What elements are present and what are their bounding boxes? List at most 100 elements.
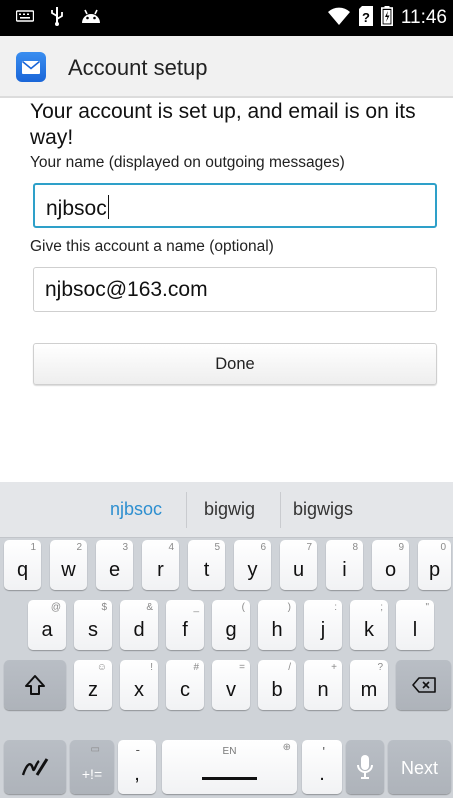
usb-icon xyxy=(50,6,64,31)
key-m[interactable]: ? m xyxy=(350,660,388,710)
key-f[interactable]: _ f xyxy=(166,600,204,650)
backspace-key[interactable] xyxy=(396,660,451,710)
done-button[interactable]: Done xyxy=(33,343,437,385)
key-label: q xyxy=(16,559,29,581)
key-hint: + xyxy=(331,662,337,673)
status-right-icons: ? 11:46 xyxy=(327,5,447,31)
status-left-icons xyxy=(15,6,102,31)
your-name-text: njbsoc xyxy=(46,197,107,220)
key-r[interactable]: 4r xyxy=(142,540,179,590)
key-o[interactable]: 9o xyxy=(372,540,409,590)
key-label: h xyxy=(271,619,283,641)
key-label: w xyxy=(61,559,76,581)
symbols-key[interactable]: ▭ +!= xyxy=(70,740,114,794)
voice-input-key[interactable] xyxy=(346,740,384,794)
key-label: l xyxy=(412,619,418,641)
key-hint: 0 xyxy=(440,542,446,553)
suggestion-2[interactable]: bigwig xyxy=(204,499,255,520)
text-caret xyxy=(107,195,110,219)
suggestion-1[interactable]: njbsoc xyxy=(110,499,162,520)
account-name-value: njbsoc@163.com xyxy=(45,278,208,301)
handwriting-key[interactable] xyxy=(4,740,66,794)
your-name-value: njbsoc xyxy=(46,195,110,221)
screen-title: Account setup xyxy=(68,55,208,80)
key-s[interactable]: $ s xyxy=(74,600,112,650)
backspace-icon xyxy=(396,660,451,710)
key-hint: 2 xyxy=(76,542,82,553)
key-label: r xyxy=(157,559,164,581)
period-key[interactable]: ' . xyxy=(302,740,342,794)
account-name-input[interactable]: njbsoc@163.com xyxy=(33,267,437,312)
soft-keyboard: njbsoc bigwig bigwigs 1q 2w 3e 4r 5t 6y … xyxy=(0,482,453,798)
key-hint: @ xyxy=(50,602,61,613)
keyboard-icon xyxy=(15,9,35,28)
key-d[interactable]: & d xyxy=(120,600,158,650)
key-label: a xyxy=(41,619,53,641)
key-z[interactable]: ☺ z xyxy=(74,660,112,710)
setup-complete-message: Your account is set up, and email is on … xyxy=(30,100,416,149)
android-icon xyxy=(80,7,102,30)
space-key[interactable]: EN ⊕ xyxy=(162,740,297,794)
key-b[interactable]: / b xyxy=(258,660,296,710)
suggestion-3[interactable]: bigwigs xyxy=(293,499,353,520)
key-hint: 1 xyxy=(30,542,36,553)
key-hint: ? xyxy=(377,662,383,673)
key-hint: ; xyxy=(380,602,383,613)
key-n[interactable]: + n xyxy=(304,660,342,710)
key-hint: " xyxy=(425,602,429,613)
action-bar: Account setup xyxy=(0,36,453,98)
symbols-label: +!= xyxy=(81,766,103,782)
key-g[interactable]: (g xyxy=(212,600,250,650)
apostrophe-hint: ' xyxy=(322,744,325,759)
key-y[interactable]: 6y xyxy=(234,540,271,590)
key-label: d xyxy=(133,619,145,641)
shift-key[interactable] xyxy=(4,660,66,710)
key-t[interactable]: 5t xyxy=(188,540,225,590)
key-label: u xyxy=(292,559,305,581)
key-u[interactable]: 7u xyxy=(280,540,317,590)
key-i[interactable]: 8i xyxy=(326,540,363,590)
key-hint: 6 xyxy=(260,542,266,553)
key-c[interactable]: # c xyxy=(166,660,204,710)
key-label: b xyxy=(271,679,283,701)
key-x[interactable]: ! x xyxy=(120,660,158,710)
key-j[interactable]: :j xyxy=(304,600,342,650)
key-hint: & xyxy=(146,602,153,613)
email-app-icon[interactable] xyxy=(16,52,46,82)
status-bar: ? 11:46 xyxy=(0,0,453,36)
wifi-icon xyxy=(327,6,351,31)
sim-question-icon: ? xyxy=(358,5,373,31)
key-l[interactable]: " l xyxy=(396,600,434,650)
next-key[interactable]: Next xyxy=(388,740,451,794)
key-label: z xyxy=(88,679,98,701)
key-a[interactable]: @ a xyxy=(28,600,66,650)
handwriting-icon xyxy=(4,740,66,794)
comma-key[interactable]: - , xyxy=(118,740,156,794)
key-label: v xyxy=(226,679,236,701)
key-p[interactable]: 0p xyxy=(418,540,451,590)
key-label: m xyxy=(360,679,378,701)
key-h[interactable]: ) h xyxy=(258,600,296,650)
key-hint: 3 xyxy=(122,542,128,553)
key-v[interactable]: = v xyxy=(212,660,250,710)
key-label: o xyxy=(384,559,397,581)
key-q[interactable]: 1q xyxy=(4,540,41,590)
shift-icon xyxy=(4,660,66,710)
key-e[interactable]: 3e xyxy=(96,540,133,590)
key-label: e xyxy=(108,559,121,581)
period-label: . xyxy=(319,763,325,785)
suggestion-divider xyxy=(186,492,187,528)
your-name-input[interactable]: njbsoc xyxy=(33,183,437,228)
comma-label: , xyxy=(134,763,140,785)
key-hint: _ xyxy=(193,602,199,613)
key-hint: : xyxy=(334,602,337,613)
key-hint: ( xyxy=(241,602,245,613)
key-label: x xyxy=(134,679,144,701)
key-hint: # xyxy=(193,662,199,673)
key-k[interactable]: ; k xyxy=(350,600,388,650)
space-bar-icon xyxy=(202,777,257,780)
account-name-label: Give this account a name (optional) xyxy=(30,238,274,255)
key-label: y xyxy=(247,559,258,581)
key-hint: ) xyxy=(287,602,291,613)
key-w[interactable]: 2w xyxy=(50,540,87,590)
